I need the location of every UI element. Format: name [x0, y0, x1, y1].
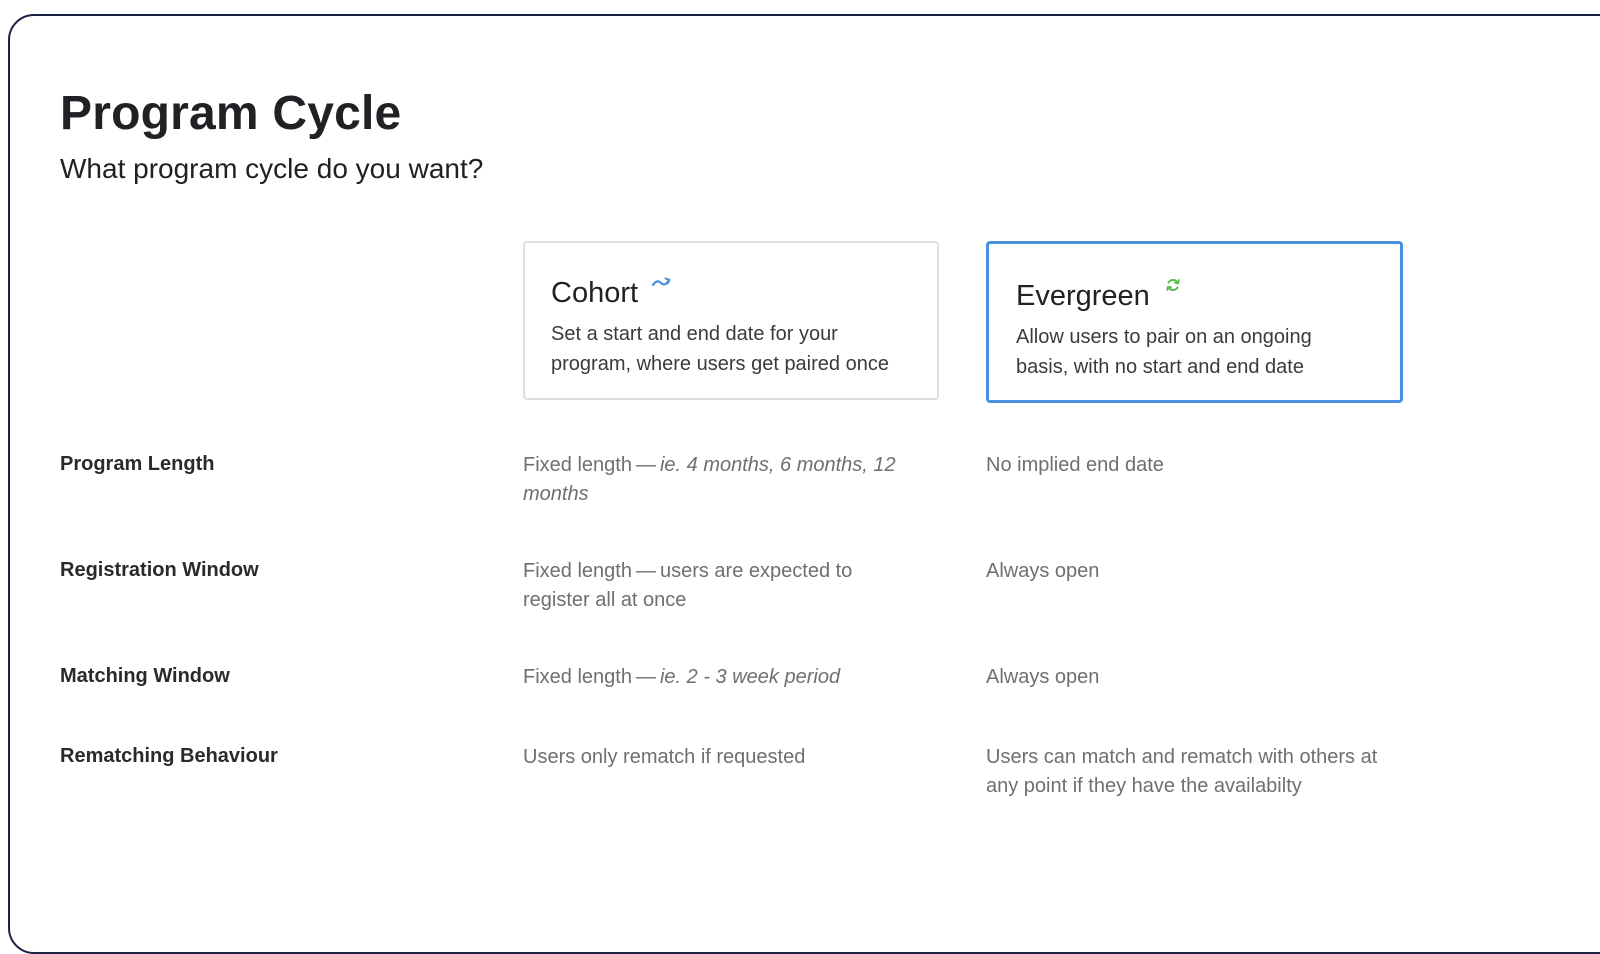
page-title: Program Cycle	[60, 87, 402, 140]
row-label-program-length: Program Length	[60, 453, 215, 475]
registration-window-cohort: Fixed length — users are expected to regis…	[523, 560, 853, 611]
page-subtitle: What program cycle do you want?	[60, 153, 484, 184]
arrow-curve-icon	[650, 271, 672, 293]
rematching-behaviour-cohort: Users only rematch if requested	[523, 746, 806, 768]
cohort-description: Set a start and end date for your progra…	[551, 323, 889, 375]
cohort-option-card[interactable]: Cohort Set a start and end date for your…	[523, 241, 939, 400]
registration-window-evergreen: Always open	[986, 560, 1100, 582]
row-label-rematching-behaviour: Rematching Behaviour	[60, 745, 278, 767]
program-length-evergreen: No implied end date	[986, 454, 1164, 476]
evergreen-description: Allow users to pair on an ongoing basis,…	[1016, 326, 1312, 378]
matching-window-evergreen: Always open	[986, 666, 1100, 688]
evergreen-option-card[interactable]: Evergreen Allow users to pair on an ongo…	[986, 241, 1403, 403]
refresh-icon	[1162, 274, 1184, 296]
matching-window-cohort: Fixed length — ie. 2 - 3 week period	[523, 666, 841, 688]
row-label-registration-window: Registration Window	[60, 559, 259, 581]
rematching-behaviour-evergreen: Users can match and rematch with others …	[986, 746, 1378, 797]
row-label-matching-window: Matching Window	[60, 665, 230, 687]
program-length-cohort: Fixed length — ie. 4 months, 6 months, 12 …	[523, 454, 896, 505]
cohort-title: Cohort	[551, 277, 639, 309]
evergreen-title: Evergreen	[1016, 280, 1150, 312]
